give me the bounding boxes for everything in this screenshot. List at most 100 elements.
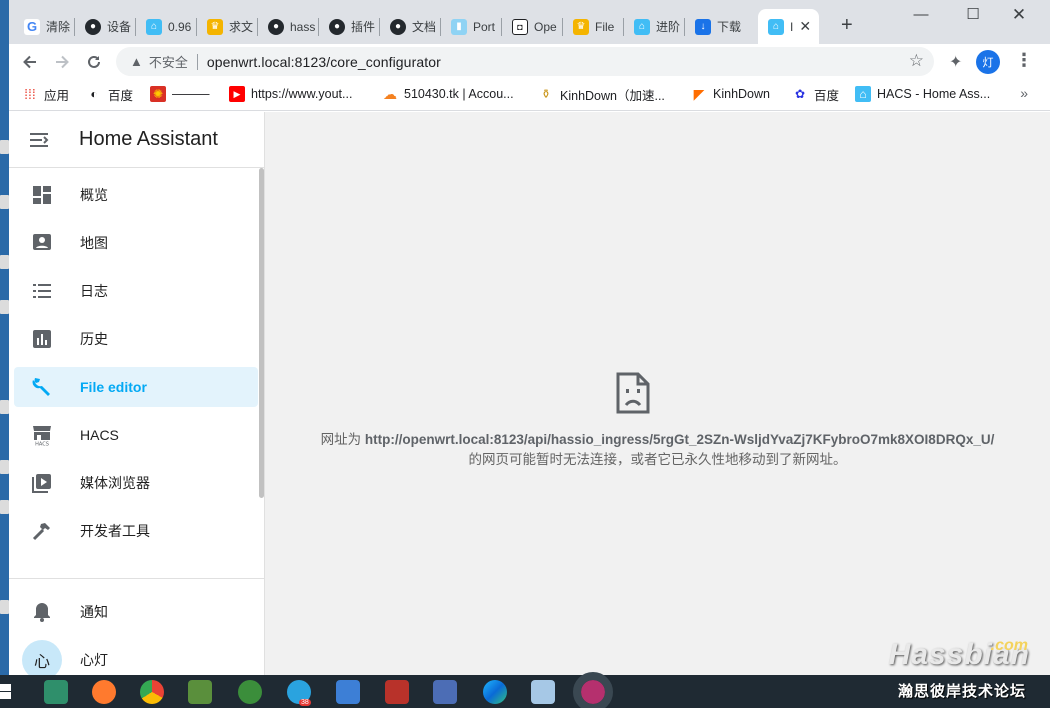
sidebar-item-overview[interactable]: 概览	[14, 175, 258, 215]
bookmark-apps[interactable]: ⁞⁞⁞ 应用	[22, 85, 69, 103]
bookmark-item[interactable]: ◤ KinhDown	[691, 85, 770, 103]
bookmark-item[interactable]: ✿ 百度	[792, 85, 839, 103]
tab-title: I	[790, 19, 794, 34]
tab[interactable]: ♛ 求文	[197, 9, 258, 44]
tab[interactable]: ↓ 下载	[685, 9, 746, 44]
app-icon[interactable]	[238, 680, 262, 704]
error-description: 的网页可能暂时无法连接，或者它已永久性地移动到了新网址。	[468, 452, 847, 467]
tab[interactable]: ⌂ 0.96	[136, 9, 197, 44]
app-icon[interactable]	[531, 680, 555, 704]
bookmark-item[interactable]: ⌂ HACS - Home Ass...	[855, 85, 990, 103]
home-assistant-icon: ⌂	[855, 86, 871, 102]
sidebar-item-profile[interactable]: 心 心灯	[14, 640, 258, 680]
hammer-icon	[14, 521, 70, 541]
app-icon[interactable]	[433, 680, 457, 704]
sidebar-item-hacs[interactable]: HACS HACS	[14, 415, 258, 455]
url-text[interactable]: openwrt.local:8123/core_configurator	[207, 54, 441, 70]
tab-title: 进阶	[656, 20, 681, 34]
github-icon: ●	[390, 18, 406, 35]
ha-sidebar: Home Assistant 概览 地图 日志 历史 File editor H…	[9, 112, 265, 680]
tab-title: 下载	[717, 20, 742, 34]
forward-button[interactable]	[50, 50, 74, 74]
app-icon[interactable]	[188, 680, 212, 704]
app-icon[interactable]	[92, 680, 116, 704]
tab[interactable]: G 清除	[14, 9, 75, 44]
tab[interactable]: ● 设备	[75, 9, 136, 44]
sidebar-item-logbook[interactable]: 日志	[14, 271, 258, 311]
app-icon[interactable]	[44, 680, 68, 704]
github-icon: ●	[268, 18, 284, 35]
tab-title: Ope	[534, 19, 557, 34]
security-label[interactable]: 不安全	[149, 52, 188, 71]
app-icon[interactable]	[385, 680, 409, 704]
bookmark-label: https://www.yout...	[251, 87, 353, 101]
sidebar-item-file-editor[interactable]: File editor	[14, 367, 258, 407]
bookmark-item[interactable]: ☁ 510430.tk | Accou...	[382, 85, 514, 103]
sidebar-item-media-browser[interactable]: 媒体浏览器	[14, 463, 258, 503]
close-window-button[interactable]: ✕	[996, 4, 1042, 26]
notification-badge: 38	[299, 699, 311, 706]
baidu-icon: ✿	[794, 87, 806, 101]
main-content: 网址为 http://openwrt.local:8123/api/hassio…	[265, 112, 1050, 675]
tab[interactable]: ▮ Port	[441, 9, 502, 44]
sidebar-scrollbar[interactable]	[259, 168, 264, 498]
flag-icon: ◤	[693, 85, 705, 102]
minimize-button[interactable]: —	[898, 4, 944, 26]
bookmark-label: 百度	[108, 88, 134, 103]
windows-start-icon[interactable]	[0, 684, 12, 700]
menu-icon[interactable]	[9, 132, 69, 148]
back-button[interactable]	[18, 50, 42, 74]
profile-avatar[interactable]: 灯	[976, 50, 1000, 74]
tab[interactable]: ♛ File	[563, 9, 624, 44]
more-bookmarks-icon[interactable]: »	[1020, 85, 1028, 101]
bookmark-star-icon[interactable]: ☆	[909, 51, 924, 71]
edge-icon[interactable]	[483, 680, 507, 704]
tab[interactable]: ◘ Ope	[502, 9, 563, 44]
sidebar-item-history[interactable]: 历史	[14, 319, 258, 359]
arrow-right-icon	[56, 55, 69, 69]
app-icon[interactable]	[336, 680, 360, 704]
sidebar-item-label: 心灯	[80, 652, 108, 668]
bookmark-item[interactable]: ✺ ———	[150, 85, 210, 103]
sidebar-item-label: HACS	[80, 427, 119, 443]
more-menu-icon[interactable]: ⋮	[1015, 50, 1033, 71]
map-icon	[14, 233, 70, 253]
tab[interactable]: ● 文档	[380, 9, 441, 44]
apps-grid-icon: ⁞⁞⁞	[24, 86, 36, 102]
tab-title: Port	[473, 19, 496, 34]
tab-strip: G 清除 ● 设备 ⌂ 0.96 ♛ 求文 ● hass ● 插件 ● 文档 ▮ Port ◘ O…	[9, 0, 1050, 44]
maximize-button[interactable]: ☐	[950, 4, 996, 26]
openwrt-icon: ◘	[512, 18, 528, 35]
bookmark-item[interactable]: ◐ 百度	[86, 85, 133, 103]
bookmark-label: 510430.tk | Accou...	[404, 87, 514, 101]
sidebar-item-label: 媒体浏览器	[80, 475, 150, 491]
chrome-icon[interactable]	[140, 680, 164, 704]
sidebar-item-map[interactable]: 地图	[14, 223, 258, 263]
extensions-icon[interactable]: ✦	[949, 52, 962, 72]
close-tab-icon[interactable]: ✕	[799, 18, 811, 35]
tab-active[interactable]: ⌂ I ✕	[758, 9, 819, 44]
sidebar-item-developer-tools[interactable]: 开发者工具	[14, 511, 258, 551]
bookmark-item[interactable]: ⚱ KinhDown（加速...	[538, 85, 665, 103]
warning-icon[interactable]: ▲	[130, 54, 143, 69]
trophy-icon: ♛	[207, 18, 223, 35]
kinhdown-icon: ⚱	[540, 87, 552, 101]
new-tab-button[interactable]: +	[841, 14, 853, 36]
fire-icon: ✺	[150, 86, 166, 102]
bookmarks-bar: ⁞⁞⁞ 应用 ◐ 百度 ✺ ——— ▶ https://www.yout... ☁ 510…	[9, 79, 1050, 111]
tab[interactable]: ⌂ 进阶	[624, 9, 685, 44]
sidebar-item-notifications[interactable]: 通知	[14, 592, 258, 632]
home-assistant-icon: ⌂	[634, 18, 650, 35]
sidebar-item-label: 历史	[80, 331, 108, 347]
reload-button[interactable]	[82, 50, 106, 74]
bookmark-item[interactable]: ▶ https://www.yout...	[229, 85, 352, 103]
sidebar-title: Home Assistant	[79, 128, 218, 150]
youtube-icon: ▶	[229, 86, 245, 102]
toolbar: ▲ 不安全 openwrt.local:8123/core_configurat…	[9, 44, 1050, 79]
address-bar[interactable]: ▲ 不安全 openwrt.local:8123/core_configurat…	[116, 47, 934, 76]
tab-title: File	[595, 19, 615, 34]
tab[interactable]: ● 插件	[319, 9, 380, 44]
app-icon[interactable]	[573, 672, 613, 708]
dashboard-icon	[14, 185, 70, 205]
tab[interactable]: ● hass	[258, 9, 319, 44]
